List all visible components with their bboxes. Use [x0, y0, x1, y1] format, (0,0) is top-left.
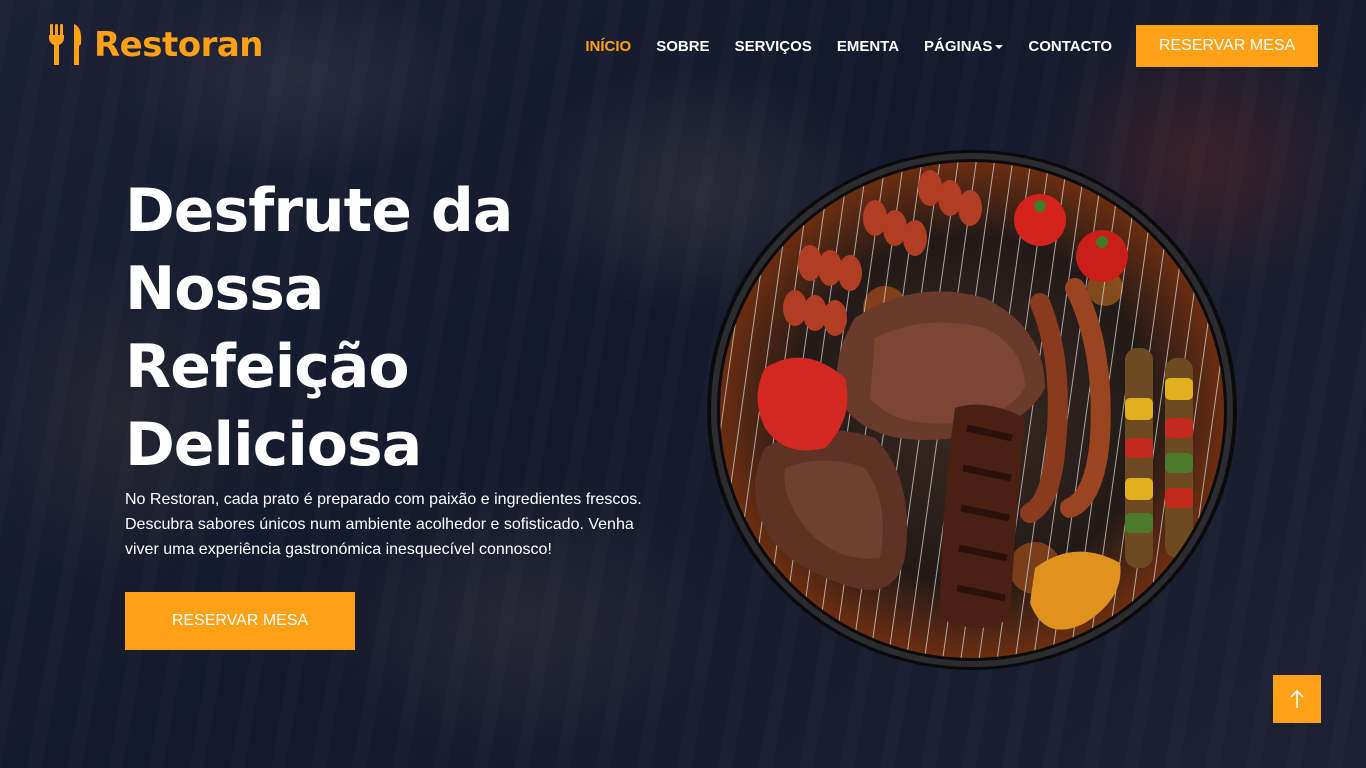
- hero-description-line: viver uma experiência gastronómica inesq…: [125, 541, 552, 558]
- arrow-up-icon: [1290, 689, 1304, 708]
- hero-grill-image: [707, 150, 1237, 670]
- hero-description: No Restoran, cada prato é preparado com …: [125, 487, 655, 562]
- nav-link-paginas-label: PÁGINAS: [924, 37, 993, 55]
- nav-dropdown-paginas[interactable]: PÁGINAS: [924, 37, 1004, 55]
- hero-title-line: Nossa: [125, 254, 324, 324]
- hero-description-line: No Restoran, cada prato é preparado com …: [125, 491, 642, 508]
- main-nav: INÍCIO SOBRE SERVIÇOS EMENTA PÁGINAS CON…: [560, 25, 1318, 67]
- hero-title: Desfrute da Nossa Refeição Deliciosa: [125, 172, 645, 484]
- nav-link-sobre[interactable]: SOBRE: [656, 38, 709, 55]
- hero-title-line: Desfrute da: [125, 176, 513, 246]
- caret-down-icon: [995, 44, 1004, 49]
- hero-title-line: Refeição: [125, 332, 410, 402]
- brand-logo[interactable]: Restoran: [48, 24, 264, 66]
- nav-reserve-button[interactable]: RESERVAR MESA: [1136, 25, 1318, 67]
- back-to-top-button[interactable]: [1273, 675, 1321, 723]
- hero-reserve-button[interactable]: RESERVAR MESA: [125, 592, 355, 650]
- nav-link-contacto[interactable]: CONTACTO: [1028, 38, 1112, 55]
- nav-link-inicio[interactable]: INÍCIO: [585, 38, 631, 55]
- utensils-icon: [49, 24, 82, 65]
- hero-title-line: Deliciosa: [125, 410, 422, 480]
- nav-link-ementa[interactable]: EMENTA: [837, 38, 899, 55]
- nav-link-servicos[interactable]: SERVIÇOS: [735, 38, 812, 55]
- brand-name: Restoran: [94, 25, 264, 65]
- hero-description-line: Descubra sabores únicos num ambiente aco…: [125, 516, 634, 533]
